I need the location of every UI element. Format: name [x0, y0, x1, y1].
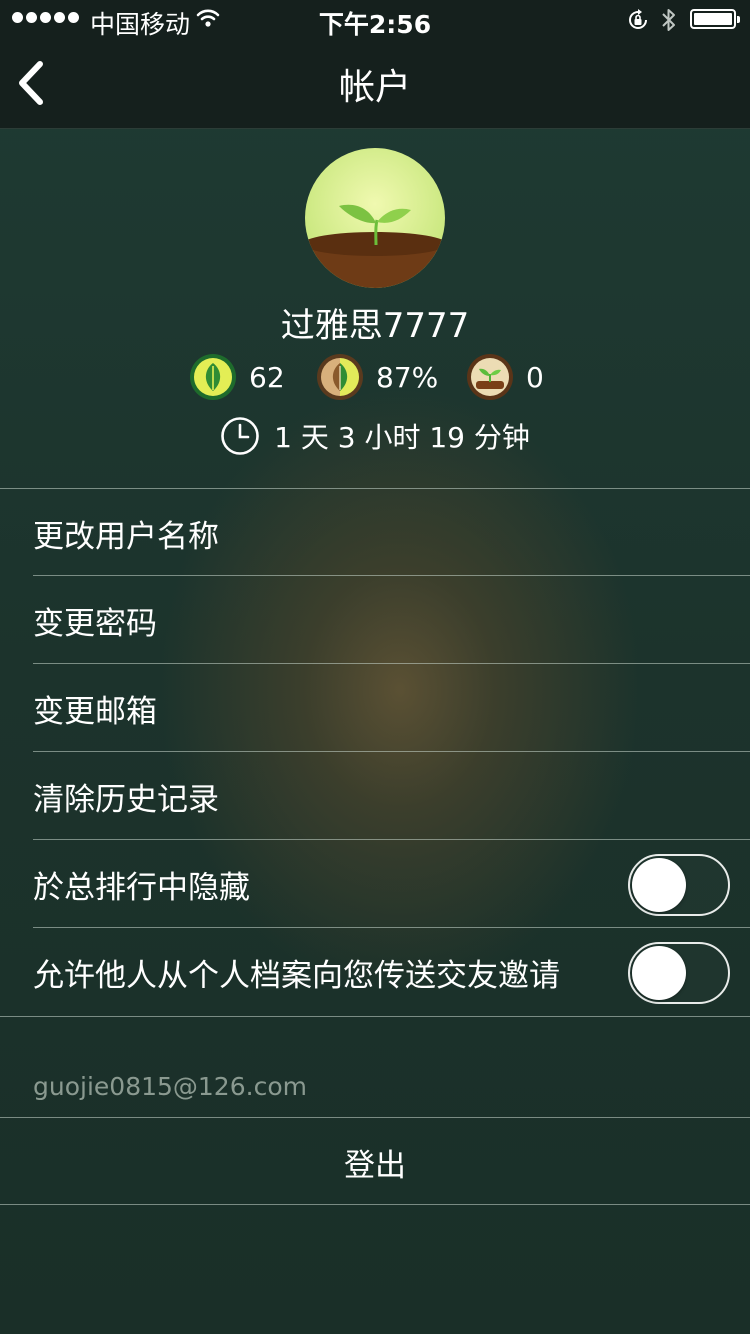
bluetooth-icon — [662, 9, 675, 31]
username: 过雅思7777 — [280, 306, 470, 346]
logout-button[interactable]: 登出 — [0, 1118, 750, 1204]
stat-value: 87% — [376, 360, 439, 394]
clock-icon — [221, 417, 259, 455]
green-leaf-badge-icon — [190, 354, 236, 400]
divider — [0, 1016, 750, 1017]
allow-friend-requests-toggle[interactable] — [628, 942, 730, 1004]
stat-success-rate: 87% — [316, 352, 438, 402]
stat-sprouts: 0 — [466, 352, 544, 402]
stat-healthy-trees: 62 — [189, 352, 285, 402]
menu-item-change-email[interactable]: 变更邮箱 — [0, 664, 750, 751]
setting-label: 允许他人从个人档案向您传送交友邀请 — [33, 958, 560, 994]
navigation-bar: 中国移动 下午2:56 帐户 — [0, 0, 750, 129]
total-time-text: 1 天 3 小时 19 分钟 — [274, 421, 530, 454]
avatar — [305, 148, 445, 288]
setting-label: 於总排行中隐藏 — [33, 870, 250, 906]
battery-icon — [690, 9, 740, 29]
total-focus-time: 1 天 3 小时 19 分钟 — [0, 416, 750, 456]
hide-from-leaderboard-toggle[interactable] — [628, 854, 730, 916]
account-email: guojie0815@126.com — [33, 1072, 307, 1101]
menu-item-change-username[interactable]: 更改用户名称 — [0, 489, 750, 576]
menu-item-change-password[interactable]: 变更密码 — [0, 576, 750, 663]
menu-item-clear-history[interactable]: 清除历史记录 — [0, 752, 750, 839]
half-leaf-badge-icon — [317, 354, 363, 400]
setting-hide-from-leaderboard: 於总排行中隐藏 — [0, 840, 750, 927]
menu-item-label: 清除历史记录 — [33, 782, 219, 818]
menu-item-label: 变更邮箱 — [33, 694, 157, 730]
stat-value: 0 — [526, 360, 544, 394]
setting-allow-friend-requests: 允许他人从个人档案向您传送交友邀请 — [0, 928, 750, 1015]
rotation-lock-icon — [629, 9, 647, 29]
menu-item-label: 更改用户名称 — [33, 519, 219, 555]
sprout-badge-icon — [467, 354, 513, 400]
status-bar: 中国移动 下午2:56 — [0, 0, 750, 40]
logout-label: 登出 — [344, 1148, 406, 1184]
divider — [0, 1204, 750, 1205]
page-title: 帐户 — [338, 67, 411, 108]
menu-item-label: 变更密码 — [33, 606, 157, 642]
stat-value: 62 — [249, 360, 285, 394]
